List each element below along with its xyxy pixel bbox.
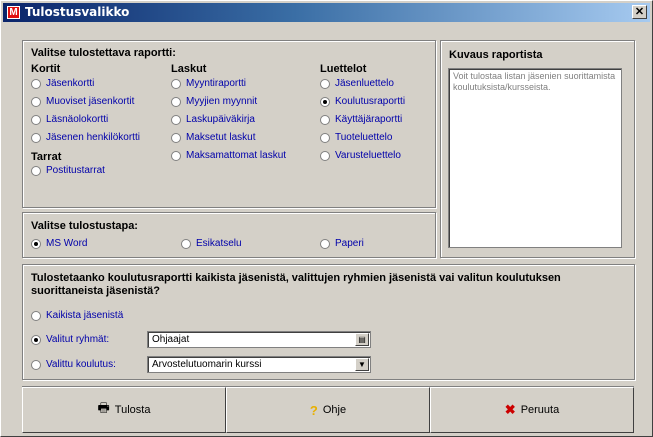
radio-button[interactable] [320, 114, 330, 125]
radio-button-selected[interactable] [320, 96, 330, 107]
radio-button[interactable] [31, 96, 41, 107]
radio-button[interactable] [171, 96, 181, 107]
window-title: Tulostusvalikko [25, 5, 130, 19]
option-label: Jäsenluettelo [335, 78, 394, 89]
kortit-heading: Kortit [31, 63, 61, 75]
radio-button[interactable] [320, 132, 330, 143]
radio-selected-training[interactable]: Valittu koulutus: [31, 359, 116, 370]
report-group-label: Valitse tulostettava raportti: [31, 47, 176, 59]
button-bar: 🖶 Tulosta ? Ohje ✖ Peruuta [22, 386, 634, 433]
option-label: Myyntiraportti [186, 78, 247, 89]
method-group [22, 212, 436, 258]
option-label: MS Word [46, 238, 88, 249]
radio-button-selected[interactable] [31, 238, 41, 249]
option-label: Laskupäiväkirja [186, 114, 255, 125]
radio-tuoteluettelo[interactable]: Tuoteluettelo [320, 132, 392, 143]
radio-button[interactable] [31, 359, 41, 370]
list-picker-icon[interactable]: ▤ [355, 333, 369, 346]
radio-ms-word[interactable]: MS Word [31, 238, 88, 249]
printer-icon: 🖶 [97, 400, 110, 415]
print-button-label: Tulosta [114, 404, 151, 416]
radio-maksamattomat-laskut[interactable]: Maksamattomat laskut [171, 150, 286, 161]
radio-button[interactable] [181, 238, 191, 249]
radio-all-members[interactable]: Kaikista jäsenistä [31, 310, 123, 321]
radio-button[interactable] [171, 132, 181, 143]
question-icon: ? [309, 402, 318, 418]
radio-button[interactable] [171, 114, 181, 125]
training-combo[interactable]: Arvostelutuomarin kurssi ▼ [147, 356, 371, 373]
radio-varusteluettelo[interactable]: Varusteluettelo [320, 150, 401, 161]
radio-kayttajaraportti[interactable]: Käyttäjäraportti [320, 114, 402, 125]
option-label: Käyttäjäraportti [335, 114, 403, 125]
tarrat-heading: Tarrat [31, 151, 62, 163]
radio-muoviset-jasenkortit[interactable]: Muoviset jäsenkortit [31, 96, 134, 107]
option-label: Jäsenkortti [46, 78, 95, 89]
option-label: Tuoteluettelo [335, 132, 393, 143]
description-text: Voit tulostaa listan jäsenien suorittami… [448, 68, 622, 248]
print-button[interactable]: 🖶 Tulosta [22, 387, 226, 433]
radio-jasenen-henkilokortti[interactable]: Jäsenen henkilökortti [31, 132, 140, 143]
close-icon[interactable]: ✕ [632, 5, 647, 19]
option-label: Valitut ryhmät: [46, 334, 110, 345]
radio-button[interactable] [320, 78, 330, 89]
groups-combo-value: Ohjaajat [152, 334, 190, 345]
cancel-button-label: Peruuta [520, 404, 560, 416]
chevron-down-icon[interactable]: ▼ [355, 358, 369, 371]
radio-lasnaolokortti[interactable]: Läsnäolokortti [31, 114, 108, 125]
app-icon: M [7, 6, 20, 19]
option-label: Paperi [335, 238, 364, 249]
radio-button[interactable] [31, 310, 41, 321]
cancel-button[interactable]: ✖ Peruuta [430, 387, 634, 433]
radio-koulutusraportti[interactable]: Koulutusraportti [320, 96, 405, 107]
option-label: Myyjien myynnit [186, 96, 258, 107]
luettelot-heading: Luettelot [320, 63, 367, 75]
help-button-label: Ohje [322, 404, 347, 416]
radio-button[interactable] [31, 165, 41, 176]
groups-combo[interactable]: Ohjaajat ▤ [147, 331, 371, 348]
radio-jasenkortti[interactable]: Jäsenkortti [31, 78, 94, 89]
training-combo-value: Arvostelutuomarin kurssi [152, 359, 262, 370]
option-label: Muoviset jäsenkortit [46, 96, 135, 107]
radio-laskupaivakirja[interactable]: Laskupäiväkirja [171, 114, 255, 125]
help-button[interactable]: ? Ohje [226, 387, 430, 433]
description-label: Kuvaus raportista [449, 49, 543, 61]
laskut-heading: Laskut [171, 63, 207, 75]
option-label: Läsnäolokortti [46, 114, 109, 125]
radio-jasenluettelo[interactable]: Jäsenluettelo [320, 78, 394, 89]
radio-button[interactable] [320, 150, 330, 161]
option-label: Jäsenen henkilökortti [46, 132, 140, 143]
radio-paperi[interactable]: Paperi [320, 238, 364, 249]
title-bar[interactable]: M Tulostusvalikko ✕ [3, 3, 650, 22]
radio-button[interactable] [171, 150, 181, 161]
option-label: Maksetut laskut [186, 132, 256, 143]
option-label: Kaikista jäsenistä [46, 310, 124, 321]
x-icon: ✖ [504, 402, 516, 417]
option-label: Maksamattomat laskut [186, 150, 287, 161]
radio-myyjien-myynnit[interactable]: Myyjien myynnit [171, 96, 257, 107]
scope-question: Tulostetaanko koulutusraportti kaikista … [31, 272, 561, 297]
radio-postitustarrat[interactable]: Postitustarrat [31, 165, 105, 176]
radio-selected-groups[interactable]: Valitut ryhmät: [31, 334, 109, 345]
option-label: Esikatselu [196, 238, 242, 249]
method-group-label: Valitse tulostustapa: [31, 220, 138, 232]
option-label: Koulutusraportti [335, 96, 406, 107]
radio-button[interactable] [171, 78, 181, 89]
radio-button-selected[interactable] [31, 334, 41, 345]
option-label: Valittu koulutus: [46, 359, 116, 370]
radio-button[interactable] [31, 132, 41, 143]
radio-myyntiraportti[interactable]: Myyntiraportti [171, 78, 246, 89]
radio-button[interactable] [320, 238, 330, 249]
option-label: Postitustarrat [46, 165, 105, 176]
option-label: Varusteluettelo [335, 150, 401, 161]
radio-maksetut-laskut[interactable]: Maksetut laskut [171, 132, 255, 143]
radio-esikatselu[interactable]: Esikatselu [181, 238, 242, 249]
radio-button[interactable] [31, 114, 41, 125]
radio-button[interactable] [31, 78, 41, 89]
